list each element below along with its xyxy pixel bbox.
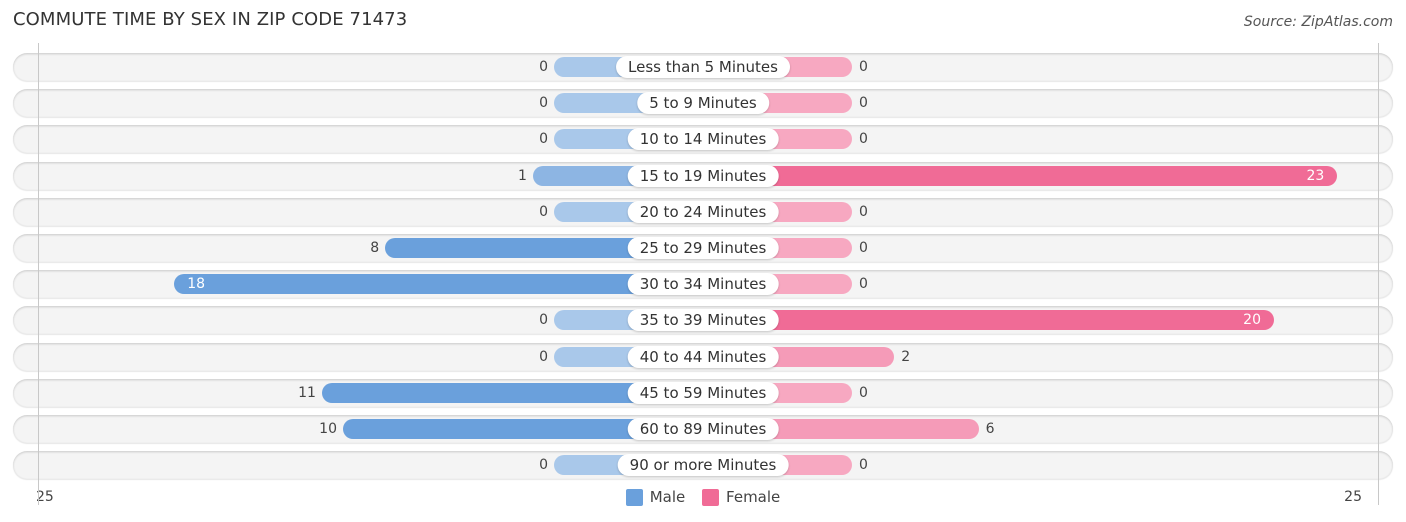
category-label: 20 to 24 Minutes	[627, 200, 779, 223]
legend-item-male[interactable]: Male	[625, 488, 686, 506]
value-label-female: 0	[859, 384, 868, 401]
category-label: 90 or more Minutes	[617, 454, 789, 477]
value-label-female: 0	[859, 131, 868, 148]
value-label-male: 0	[539, 312, 548, 329]
value-label-female: 6	[985, 421, 995, 437]
category-label: Less than 5 Minutes	[616, 56, 790, 78]
legend-label-male: Male	[649, 488, 686, 506]
axis-line-right	[1378, 43, 1379, 505]
legend: Male Female	[0, 488, 1406, 510]
value-label-male: 10	[319, 421, 337, 437]
value-label-male: 0	[539, 203, 548, 220]
value-label-male: 8	[370, 240, 380, 256]
category-label: 25 to 29 Minutes	[627, 237, 779, 259]
axis-line-left	[38, 43, 39, 505]
value-label-female: 20	[1243, 312, 1261, 329]
value-label-female: 0	[859, 203, 868, 220]
value-label-male: 0	[539, 457, 548, 474]
value-label-male: 0	[539, 95, 548, 112]
value-label-male: 11	[298, 384, 316, 401]
value-label-female: 0	[859, 240, 868, 256]
category-label: 30 to 34 Minutes	[627, 273, 779, 296]
legend-swatch-male	[625, 488, 643, 506]
legend-item-female[interactable]: Female	[702, 488, 780, 506]
value-label-female: 23	[1306, 167, 1325, 184]
value-label-male: 0	[539, 348, 548, 365]
value-label-male: 0	[539, 59, 548, 75]
chart-area: 0 0 Less than 5 Minutes 0 0 5 to 9 Minutes 0 0 1…	[0, 0, 1406, 522]
category-label: 10 to 14 Minutes	[627, 128, 779, 151]
value-label-female: 0	[859, 95, 868, 112]
bar-female[interactable]	[693, 165, 1338, 186]
value-label-male: 18	[187, 276, 206, 293]
category-label: 35 to 39 Minutes	[627, 309, 779, 332]
value-label-male: 1	[517, 167, 527, 184]
category-label: 15 to 19 Minutes	[627, 164, 779, 187]
value-label-female: 2	[901, 348, 911, 365]
legend-swatch-female	[702, 488, 720, 506]
category-label: 40 to 44 Minutes	[627, 345, 779, 368]
bar-female[interactable]	[693, 310, 1274, 331]
category-label: 60 to 89 Minutes	[627, 418, 779, 440]
value-label-male: 0	[539, 131, 548, 148]
category-label: 5 to 9 Minutes	[637, 92, 769, 115]
category-label: 45 to 59 Minutes	[627, 381, 779, 404]
value-label-female: 0	[859, 276, 868, 293]
value-label-female: 0	[859, 457, 868, 474]
legend-label-female: Female	[726, 488, 781, 506]
value-label-female: 0	[859, 59, 868, 75]
